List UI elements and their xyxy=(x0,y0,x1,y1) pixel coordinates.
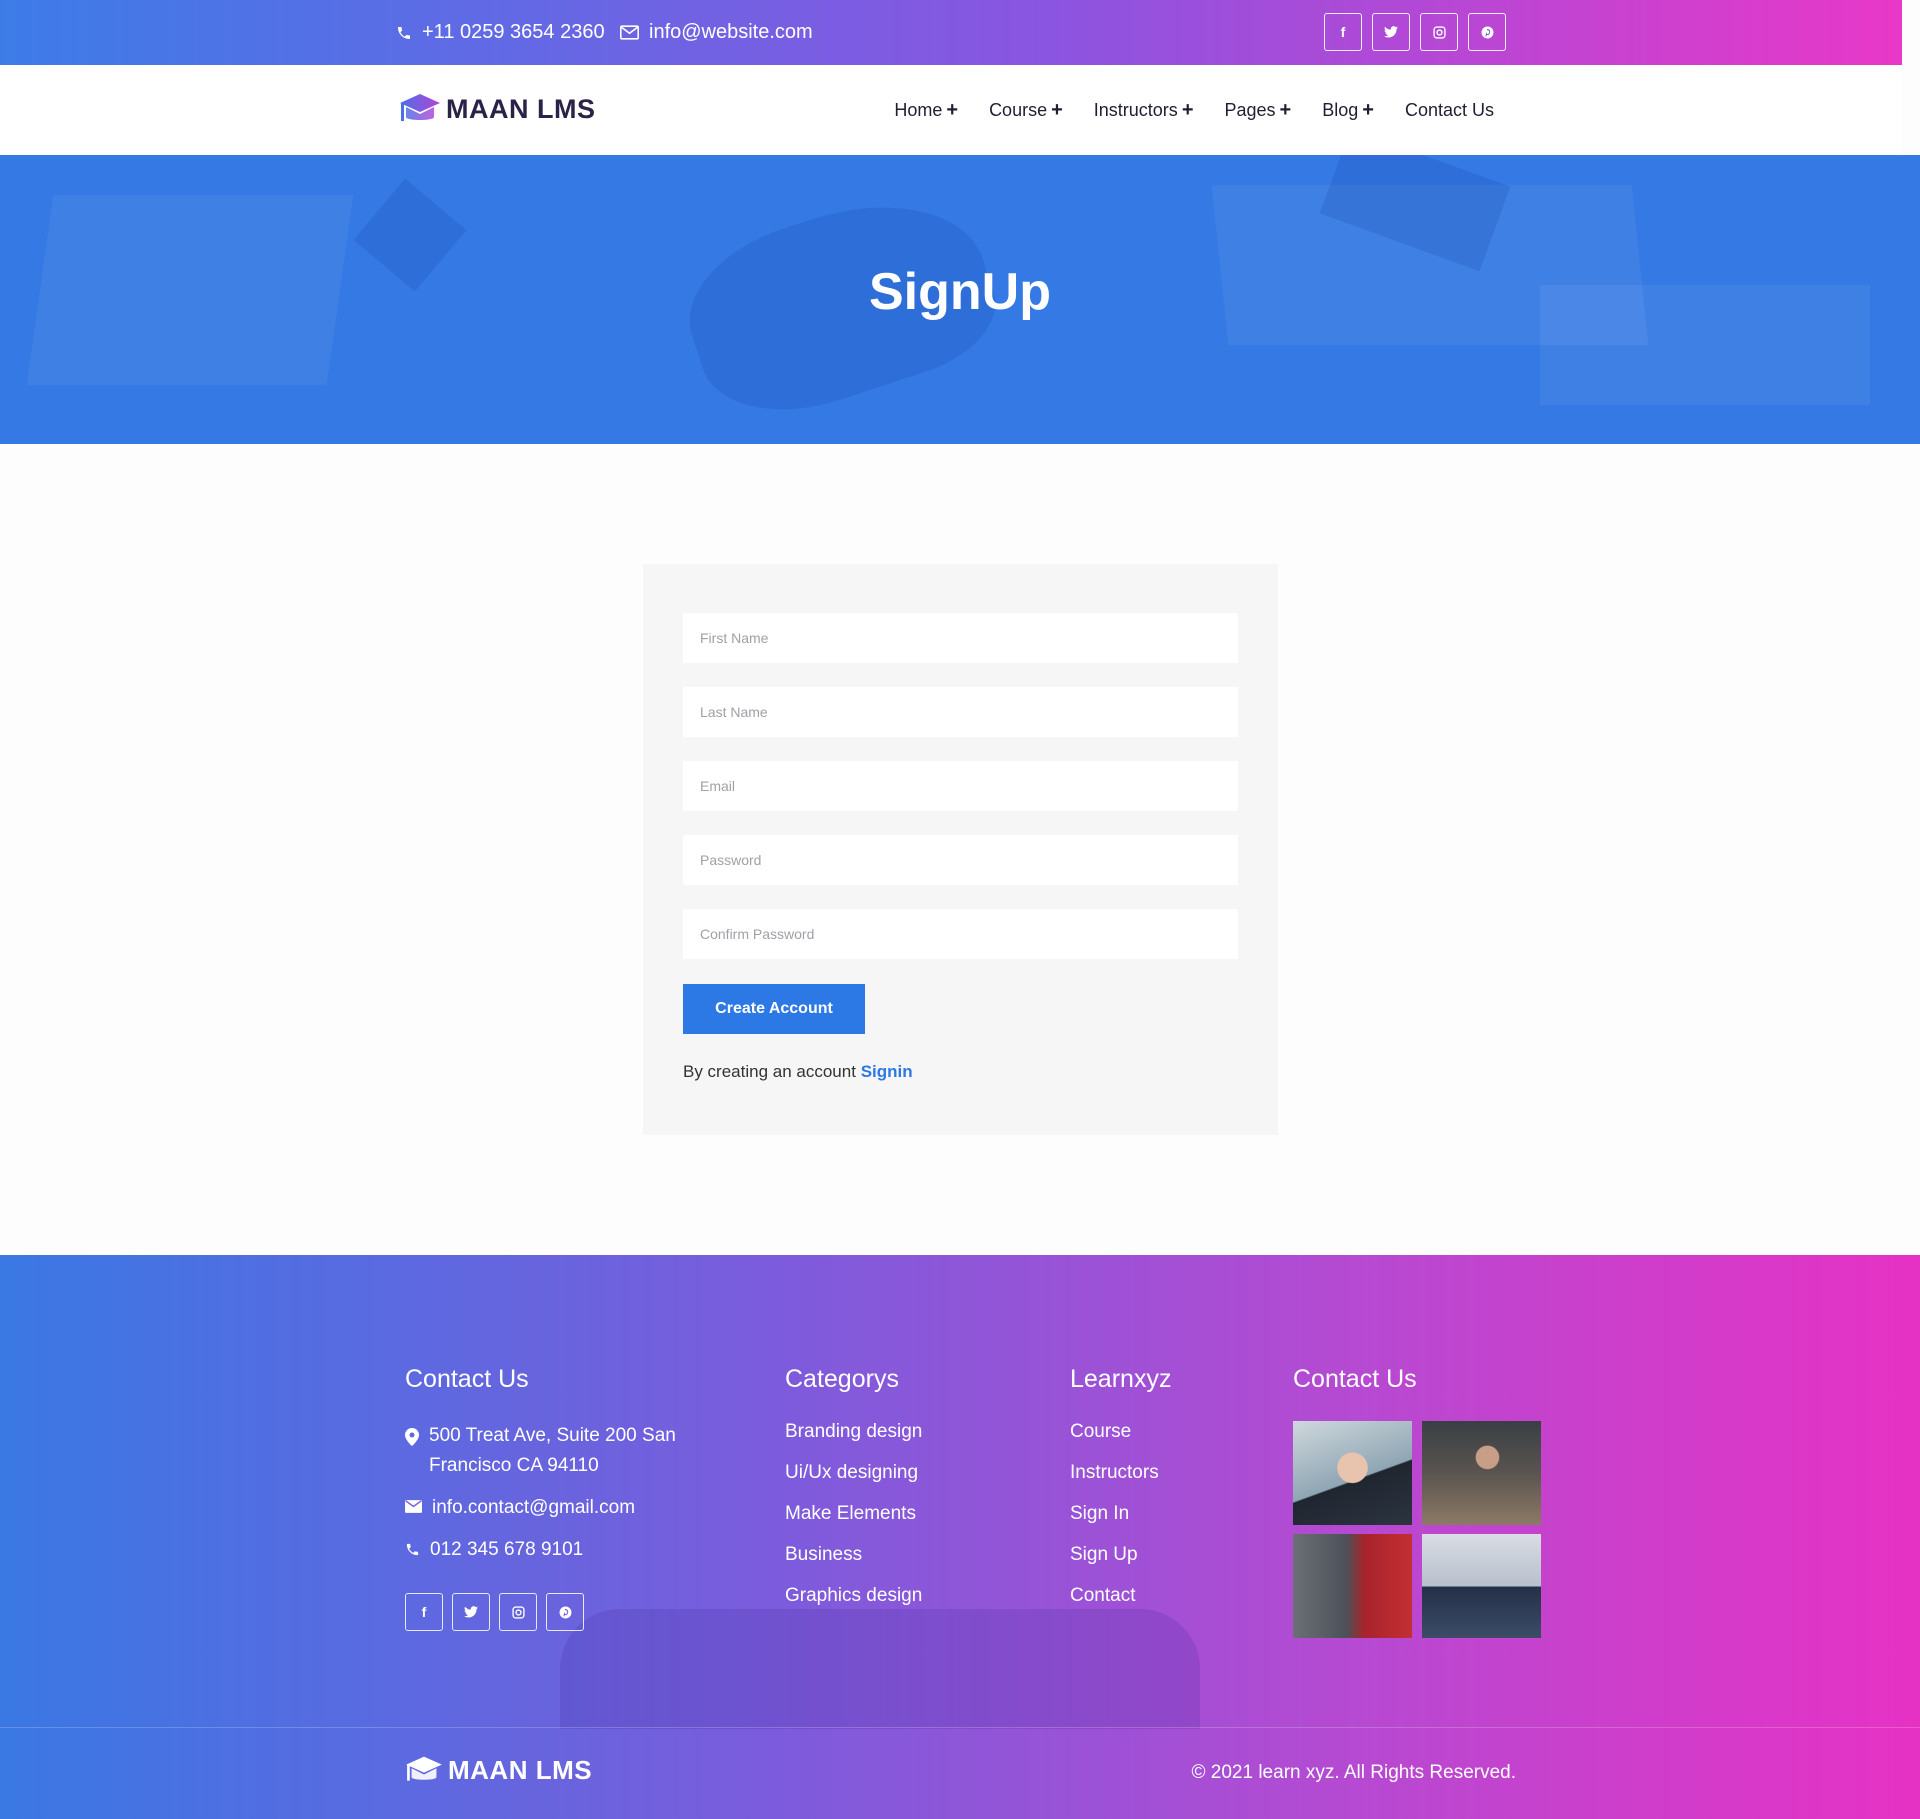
last-name-field[interactable] xyxy=(683,687,1238,737)
map-pin-icon xyxy=(405,1428,419,1446)
footer-learn-column: Learnxyz Course Instructors Sign In Sign… xyxy=(1070,1365,1171,1626)
signin-prompt-text: By creating an account xyxy=(683,1062,856,1081)
footer-socials: f xyxy=(405,1593,705,1631)
create-account-button[interactable]: Create Account xyxy=(683,984,865,1034)
footer-logo-text: MAAN LMS xyxy=(448,1754,593,1785)
signup-form-card: Create Account By creating an account Si… xyxy=(643,564,1278,1135)
footer-logo[interactable]: MAAN LMS xyxy=(404,1754,592,1786)
copyright-text: © 2021 learn xyz. All Rights Reserved. xyxy=(1191,1762,1516,1783)
topbar-phone-text: +11 0259 3654 2360 xyxy=(422,21,605,43)
topbar-email-text: info@website.com xyxy=(649,21,813,43)
plus-icon: + xyxy=(1362,98,1374,121)
plus-icon: + xyxy=(1051,98,1063,121)
top-bar: +11 0259 3654 2360 info@website.com f xyxy=(0,0,1902,65)
page-title: SignUp xyxy=(869,263,1051,321)
main-menu: Home + Course + Instructors + Pages + Blog + … xyxy=(894,65,1494,155)
nav-course[interactable]: Course + xyxy=(989,99,1063,122)
site-logo[interactable]: MAAN LMS xyxy=(398,91,595,127)
graduation-cap-icon xyxy=(400,94,440,121)
plus-icon: + xyxy=(1181,98,1194,121)
footer-categories-column: Categorys Branding design Ui/Ux designin… xyxy=(785,1365,922,1626)
plus-icon: + xyxy=(1279,98,1292,121)
twitter-icon[interactable] xyxy=(452,1593,490,1631)
confirm-password-field[interactable] xyxy=(683,909,1238,959)
graduation-cap-icon xyxy=(406,1756,442,1781)
footer-contact-heading: Contact Us xyxy=(405,1365,529,1393)
footer-category-link[interactable]: Make Elements xyxy=(785,1503,922,1525)
footer-bottom-bar: MAAN LMS © 2021 learn xyz. All Rights Re… xyxy=(0,1727,1920,1819)
footer-learn-link[interactable]: Sign In xyxy=(1070,1503,1171,1525)
footer-learn-link[interactable]: Course xyxy=(1070,1421,1171,1443)
pinterest-icon[interactable] xyxy=(546,1593,584,1631)
nav-instructors[interactable]: Instructors + xyxy=(1094,99,1194,122)
gallery-image-study[interactable] xyxy=(1293,1534,1412,1638)
topbar-phone[interactable]: +11 0259 3654 2360 xyxy=(396,0,605,65)
footer-address-text: 500 Treat Ave, Suite 200 San Francisco C… xyxy=(429,1425,676,1476)
nav-instructors-label: Instructors xyxy=(1093,99,1178,120)
phone-icon xyxy=(406,1543,419,1556)
twitter-icon[interactable] xyxy=(1372,13,1410,51)
nav-pages[interactable]: Pages + xyxy=(1225,99,1292,122)
instagram-icon[interactable] xyxy=(499,1593,537,1631)
nav-home-label: Home xyxy=(894,99,943,120)
footer-category-link[interactable]: Business xyxy=(785,1544,922,1566)
topbar-email[interactable]: info@website.com xyxy=(620,0,813,65)
footer-category-link[interactable]: Ui/Ux designing xyxy=(785,1462,922,1484)
nav-home[interactable]: Home + xyxy=(894,99,958,122)
footer-email[interactable]: info.contact@gmail.com xyxy=(405,1493,705,1523)
footer-learn-link[interactable]: Instructors xyxy=(1070,1462,1171,1484)
instagram-icon[interactable] xyxy=(1420,13,1458,51)
nav-blog[interactable]: Blog + xyxy=(1322,99,1374,122)
footer-learn-heading: Learnxyz xyxy=(1070,1365,1172,1393)
footer-gallery xyxy=(1293,1421,1541,1638)
facebook-icon[interactable]: f xyxy=(1324,13,1362,51)
plus-icon: + xyxy=(946,98,959,121)
pinterest-icon[interactable] xyxy=(1468,13,1506,51)
site-logo-text: MAAN LMS xyxy=(446,93,596,124)
password-field[interactable] xyxy=(683,835,1238,885)
site-footer: Contact Us 500 Treat Ave, Suite 200 San … xyxy=(0,1255,1920,1819)
facebook-icon[interactable]: f xyxy=(405,1593,443,1631)
nav-pages-label: Pages xyxy=(1224,99,1276,120)
footer-phone[interactable]: 012 345 678 9101 xyxy=(405,1535,705,1565)
nav-contact[interactable]: Contact Us xyxy=(1405,100,1494,121)
signin-prompt: By creating an account Signin xyxy=(683,1062,913,1082)
gallery-image-students[interactable] xyxy=(1422,1421,1541,1525)
footer-category-link[interactable]: Branding design xyxy=(785,1421,922,1443)
phone-icon xyxy=(398,26,410,39)
gallery-image-ceremony[interactable] xyxy=(1422,1534,1541,1638)
footer-learn-link[interactable]: Sign Up xyxy=(1070,1544,1171,1566)
footer-contact-column: Contact Us 500 Treat Ave, Suite 200 San … xyxy=(405,1365,705,1631)
envelope-icon xyxy=(405,1500,422,1513)
gallery-image-graduate[interactable] xyxy=(1293,1421,1412,1525)
first-name-field[interactable] xyxy=(683,613,1238,663)
footer-category-link[interactable]: Graphics design xyxy=(785,1585,922,1607)
email-field[interactable] xyxy=(683,761,1238,811)
main-navbar: MAAN LMS Home + Course + Instructors + Page… xyxy=(0,65,1902,155)
topbar-socials: f xyxy=(1324,13,1506,51)
footer-categories-heading: Categorys xyxy=(785,1365,899,1393)
nav-blog-label: Blog xyxy=(1322,99,1359,120)
page-hero-banner: SignUp xyxy=(0,155,1920,444)
footer-address: 500 Treat Ave, Suite 200 San Francisco C… xyxy=(405,1421,705,1481)
nav-course-label: Course xyxy=(989,99,1048,120)
envelope-icon xyxy=(620,25,639,40)
footer-gallery-column: Contact Us xyxy=(1293,1365,1541,1638)
nav-contact-label: Contact Us xyxy=(1404,99,1494,120)
footer-email-text: info.contact@gmail.com xyxy=(432,1497,636,1518)
signin-link[interactable]: Signin xyxy=(861,1062,913,1081)
footer-gallery-heading: Contact Us xyxy=(1293,1365,1417,1393)
footer-learn-link[interactable]: Contact xyxy=(1070,1585,1171,1607)
footer-phone-text: 012 345 678 9101 xyxy=(430,1539,584,1560)
